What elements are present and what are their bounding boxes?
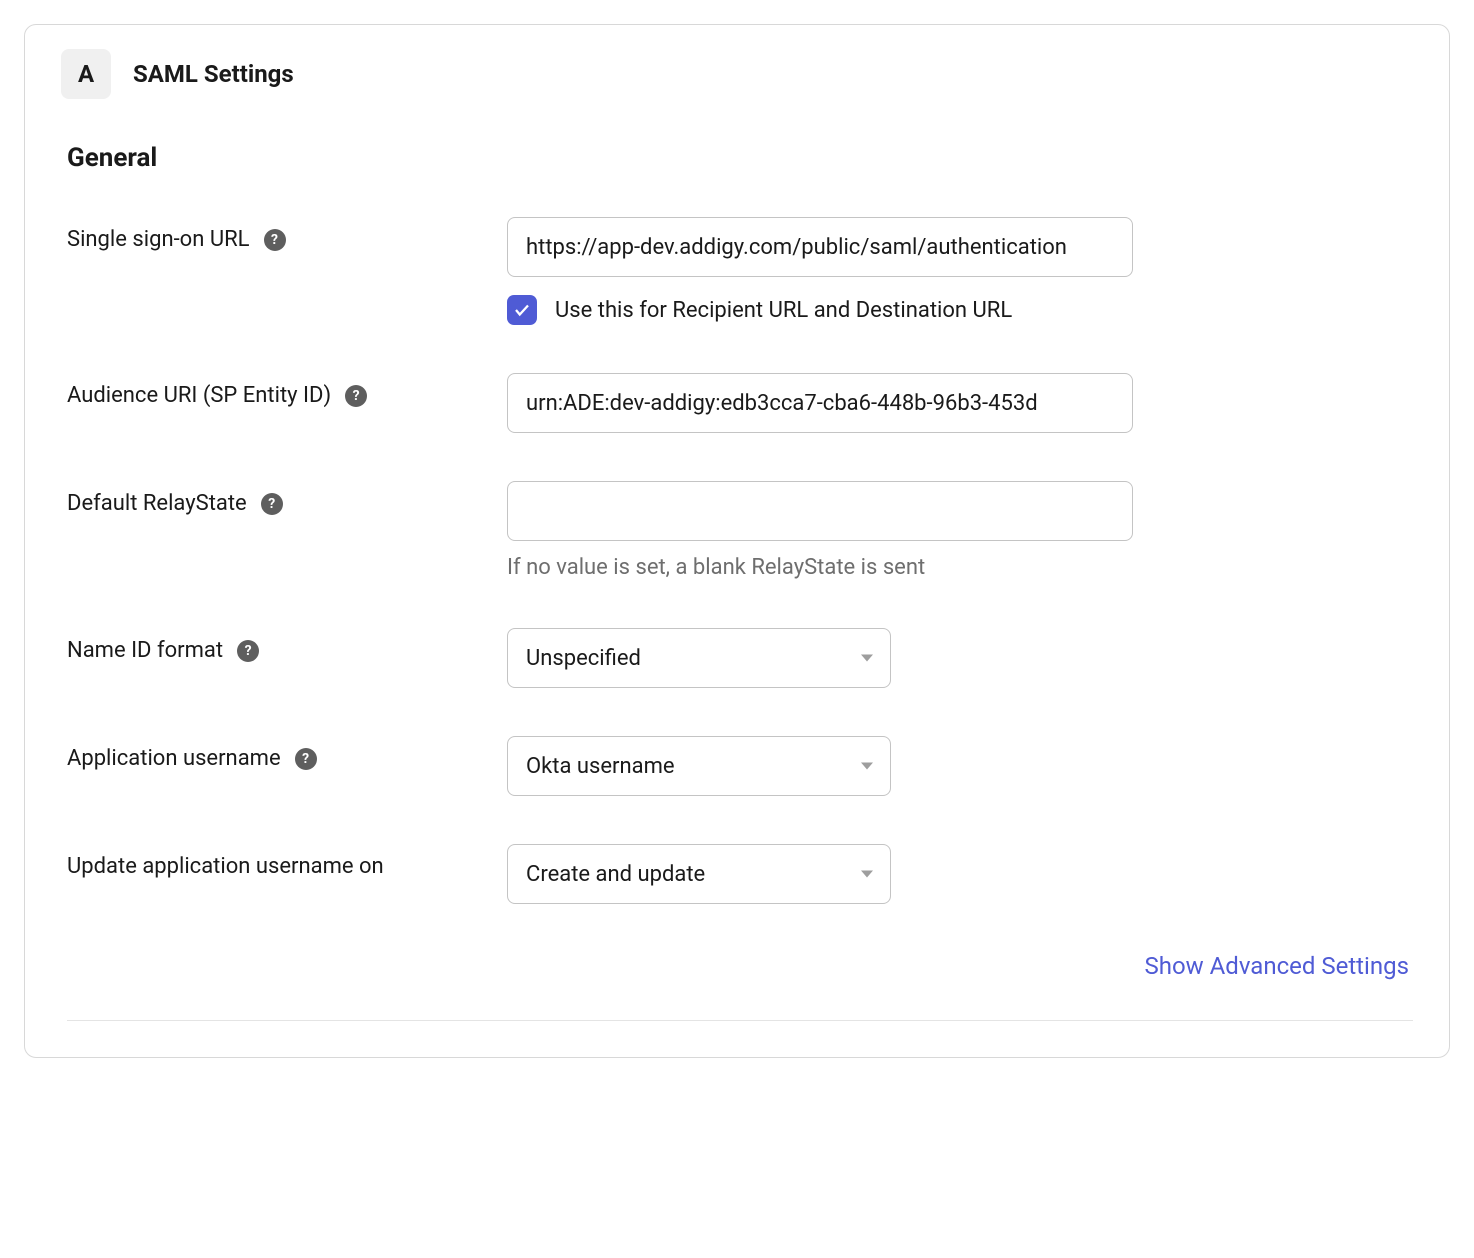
name-id-format-label: Name ID format [67,638,223,663]
name-id-format-select-wrap: Unspecified [507,628,891,688]
help-icon[interactable]: ? [264,229,286,251]
name-id-format-value: Unspecified [526,646,641,671]
input-col: Use this for Recipient URL and Destinati… [507,217,1133,325]
saml-settings-card: A SAML Settings General Single sign-on U… [24,24,1450,1058]
label-col: Application username ? [67,736,507,771]
input-col [507,373,1133,433]
row-app-username: Application username ? Okta username [61,736,1413,796]
input-col: If no value is set, a blank RelayState i… [507,481,1133,580]
audience-uri-label: Audience URI (SP Entity ID) [67,383,331,408]
name-id-format-select[interactable]: Unspecified [507,628,891,688]
update-username-on-label: Update application username on [67,854,384,879]
relay-state-helper: If no value is set, a blank RelayState i… [507,555,1133,580]
row-update-username-on: Update application username on Create an… [61,844,1413,904]
input-col: Unspecified [507,628,1133,688]
recipient-url-checkbox-row: Use this for Recipient URL and Destinati… [507,295,1133,325]
input-col: Create and update [507,844,1133,904]
app-username-select-wrap: Okta username [507,736,891,796]
update-username-on-select-wrap: Create and update [507,844,891,904]
row-name-id-format: Name ID format ? Unspecified [61,628,1413,688]
app-username-value: Okta username [526,754,675,779]
check-icon [513,301,531,319]
row-relay-state: Default RelayState ? If no value is set,… [61,481,1413,580]
relay-state-label: Default RelayState [67,491,247,516]
label-col: Default RelayState ? [67,481,507,516]
card-title: SAML Settings [133,60,294,88]
divider [67,1020,1413,1021]
sso-url-label: Single sign-on URL [67,227,250,252]
update-username-on-value: Create and update [526,862,705,887]
sso-url-input[interactable] [507,217,1133,277]
row-sso-url: Single sign-on URL ? Use this for Recipi… [61,217,1413,325]
app-username-select[interactable]: Okta username [507,736,891,796]
audience-uri-input[interactable] [507,373,1133,433]
help-icon[interactable]: ? [261,493,283,515]
advanced-row: Show Advanced Settings [61,952,1413,980]
help-icon[interactable]: ? [295,748,317,770]
card-header: A SAML Settings [61,49,1413,99]
step-badge: A [61,49,111,99]
label-col: Audience URI (SP Entity ID) ? [67,373,507,408]
update-username-on-select[interactable]: Create and update [507,844,891,904]
app-username-label: Application username [67,746,281,771]
label-col: Update application username on [67,844,507,879]
help-icon[interactable]: ? [345,385,367,407]
recipient-url-checkbox[interactable] [507,295,537,325]
label-col: Single sign-on URL ? [67,217,507,252]
label-col: Name ID format ? [67,628,507,663]
row-audience-uri: Audience URI (SP Entity ID) ? [61,373,1413,433]
relay-state-input[interactable] [507,481,1133,541]
section-title-general: General [61,143,1413,173]
input-col: Okta username [507,736,1133,796]
recipient-url-checkbox-label: Use this for Recipient URL and Destinati… [555,298,1012,323]
show-advanced-settings-link[interactable]: Show Advanced Settings [1144,952,1409,980]
help-icon[interactable]: ? [237,640,259,662]
